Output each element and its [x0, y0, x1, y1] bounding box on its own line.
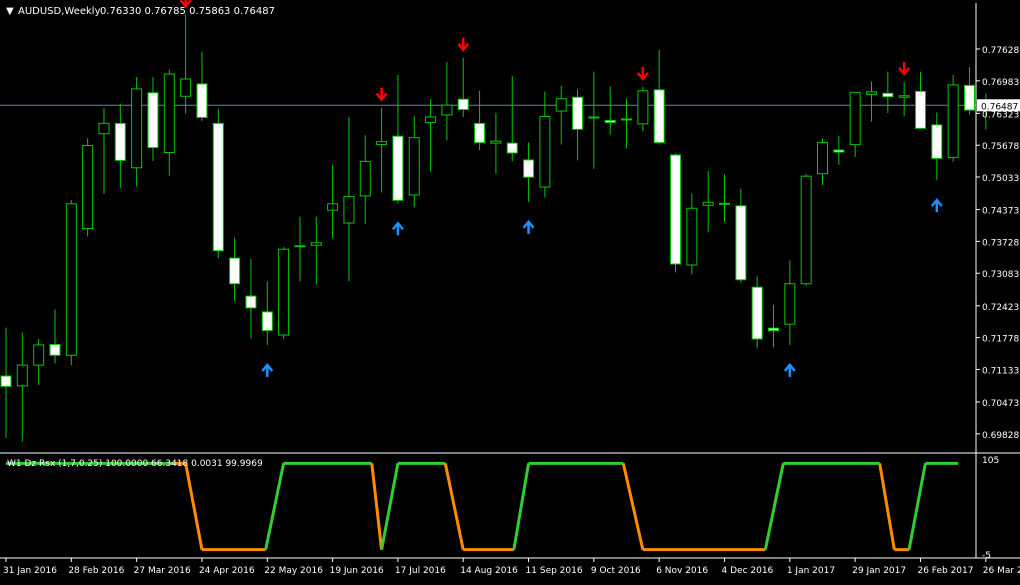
candle-body	[555, 98, 567, 112]
y-tick-label: 0.77628	[982, 46, 1019, 56]
candle-body	[147, 92, 159, 149]
candle-body	[180, 78, 192, 97]
candle-body	[735, 205, 747, 281]
x-tick-label: 27 Mar 2016	[134, 566, 191, 576]
x-tick-label: 29 Jan 2017	[852, 566, 906, 576]
y-tick-label: 0.70473	[982, 399, 1019, 409]
x-tick-label: 31 Jan 2016	[3, 566, 57, 576]
y-tick-label: 0.76983	[982, 78, 1019, 88]
candle-body	[343, 195, 355, 224]
candle-body	[425, 116, 437, 123]
y-tick-label: 0.73728	[982, 238, 1019, 248]
x-tick-label: 4 Dec 2016	[722, 566, 774, 576]
candle-body	[98, 122, 110, 135]
candle-body	[751, 286, 763, 340]
x-tick-label: 22 May 2016	[264, 566, 323, 576]
x-tick-label: 26 Mar 2017	[983, 566, 1020, 576]
indicator-y-tick-label: 105	[982, 456, 999, 466]
x-tick-label: 17 Jul 2016	[395, 566, 446, 576]
candle-body	[882, 92, 894, 98]
candle-body	[212, 122, 224, 252]
x-tick-label: 6 Nov 2016	[656, 566, 708, 576]
candle-body	[229, 257, 241, 285]
y-tick-label: 0.75678	[982, 142, 1019, 152]
candle-body	[163, 73, 175, 153]
x-tick-label: 24 Apr 2016	[199, 566, 255, 576]
candle-body	[196, 83, 208, 118]
candle-body	[261, 311, 273, 332]
candle-body	[327, 203, 339, 211]
candle-body	[0, 375, 12, 387]
candle-body	[653, 89, 665, 144]
candle-body	[131, 88, 143, 169]
candle-body	[572, 96, 584, 130]
y-tick-label: 0.73083	[982, 270, 1019, 280]
candle-body	[490, 140, 502, 144]
x-tick-label: 11 Sep 2016	[526, 566, 583, 576]
y-tick-label: 0.72423	[982, 303, 1019, 313]
candle-body	[506, 142, 518, 154]
candle-body	[82, 145, 94, 229]
candle-body	[963, 84, 975, 111]
candle-body	[294, 245, 306, 248]
candle-body	[114, 122, 126, 161]
candle-body	[702, 201, 714, 206]
x-tick-label: 26 Feb 2017	[917, 566, 973, 576]
candle-body	[523, 159, 535, 178]
candle-body	[849, 91, 861, 146]
current-price-label: 0.76487	[981, 102, 1018, 112]
chart-title-arrow[interactable]: ▼	[6, 6, 14, 17]
candle-body	[392, 135, 404, 201]
x-tick-label: 19 Jun 2016	[330, 566, 384, 576]
candle-body	[719, 202, 731, 205]
candle-body	[604, 119, 616, 123]
candle-body	[65, 203, 77, 356]
candle-body	[898, 95, 910, 98]
candle-body	[931, 124, 943, 159]
chart-title: AUDUSD,Weekly	[18, 6, 101, 17]
ohlc-readout: 0.76330 0.76785 0.75863 0.76487	[100, 6, 275, 17]
y-tick-label: 0.74373	[982, 207, 1019, 217]
candle-body	[670, 154, 682, 265]
candle-body	[310, 242, 322, 246]
y-tick-label: 0.71133	[982, 366, 1019, 376]
candle-body	[588, 116, 600, 119]
candle-body	[16, 364, 28, 387]
chart-canvas: 0.776280.769830.763230.756780.750330.743…	[0, 0, 1020, 581]
candle-body	[947, 84, 959, 158]
x-tick-label: 9 Oct 2016	[591, 566, 641, 576]
candle-body	[33, 344, 45, 366]
candle-body	[408, 137, 420, 196]
candle-body	[833, 149, 845, 153]
y-tick-label: 0.75033	[982, 174, 1019, 184]
candle-body	[245, 295, 257, 309]
x-tick-label: 14 Aug 2016	[460, 566, 518, 576]
candle-body	[768, 327, 780, 332]
y-tick-label: 0.71778	[982, 335, 1019, 345]
candle-body	[539, 115, 551, 188]
candle-body	[457, 98, 469, 111]
chart-window: 0.77628 0.76983 0.76323 0.75678 0.75033 0.743…	[0, 0, 1020, 581]
candle-body	[637, 90, 649, 125]
candle-body	[474, 122, 486, 144]
candle-body	[621, 118, 633, 121]
indicator-title: W1 Dz Rsx (1,7,0.25) 100.0000 66.3418 0.…	[7, 459, 263, 469]
candle-body	[817, 142, 828, 175]
y-tick-label: 0.69828	[982, 431, 1019, 441]
x-tick-label: 1 Jan 2017	[787, 566, 835, 576]
candle-body	[800, 175, 812, 285]
candle-body	[686, 207, 698, 266]
candle-body	[865, 91, 877, 95]
indicator-y-tick-label: -5	[982, 551, 991, 561]
candle-body	[359, 160, 371, 197]
candle-body	[441, 104, 453, 116]
candle-body	[914, 90, 926, 129]
candle-body	[376, 141, 388, 146]
candle-body	[49, 343, 61, 356]
candle-body	[278, 248, 290, 336]
x-tick-label: 28 Feb 2016	[68, 566, 124, 576]
candle-body	[784, 283, 796, 325]
